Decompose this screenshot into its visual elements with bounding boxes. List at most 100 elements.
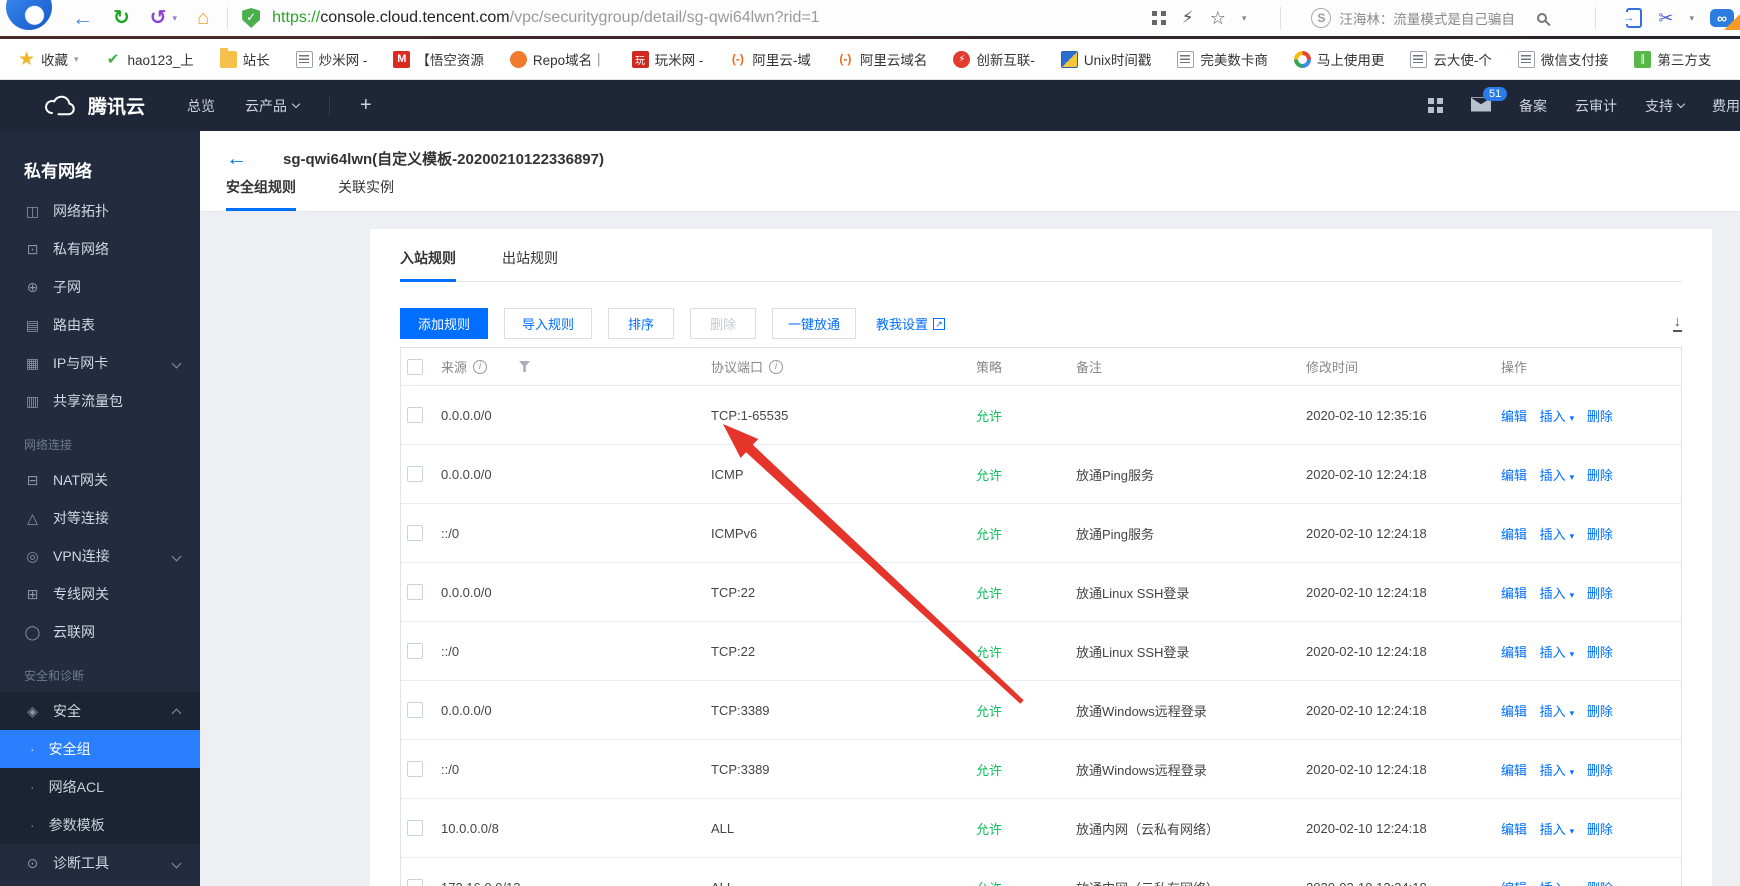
nav-billing[interactable]: 费用 (1712, 96, 1740, 116)
bookmark-item[interactable]: 马上使用更 (1293, 49, 1384, 69)
sidebar-item-peering[interactable]: △ 对等连接 (0, 499, 200, 537)
insert-link[interactable]: 插入 (1540, 527, 1566, 542)
delete-link[interactable]: 删除 (1587, 704, 1613, 719)
bookmark-item[interactable]: 云大使-个 (1410, 49, 1492, 69)
row-checkbox[interactable] (407, 525, 423, 541)
sidebar-item-ip-nic[interactable]: ▦ IP与网卡 (0, 344, 200, 382)
sidebar-item-route-table[interactable]: ▤ 路由表 (0, 306, 200, 344)
search-icon[interactable] (1537, 13, 1548, 23)
chevron-down-icon[interactable]: ▾ (1570, 590, 1575, 600)
sidebar-item-security[interactable]: ◈ 安全 (0, 692, 200, 730)
insert-link[interactable]: 插入 (1540, 586, 1566, 601)
favorite-icon[interactable]: ☆ (1210, 8, 1226, 29)
add-rule-button[interactable]: 添加规则 (400, 308, 488, 339)
tencent-cloud-logo[interactable]: 腾讯云 (44, 92, 145, 119)
tab-inbound-rules[interactable]: 入站规则 (400, 248, 456, 282)
insert-link[interactable]: 插入 (1540, 468, 1566, 483)
sort-button[interactable]: 排序 (608, 308, 674, 339)
back-button[interactable]: ← (226, 148, 247, 169)
delete-link[interactable]: 删除 (1587, 881, 1613, 886)
address-bar[interactable]: https://console.cloud.tencent.com/vpc/se… (272, 9, 819, 27)
row-checkbox[interactable] (407, 879, 423, 886)
nav-support[interactable]: 支持 (1645, 96, 1686, 116)
chevron-down-icon[interactable]: ▾ (1242, 13, 1247, 24)
row-checkbox[interactable] (407, 407, 423, 423)
delete-button[interactable]: 删除 (690, 308, 756, 339)
chevron-down-icon[interactable]: ▾ (1570, 649, 1575, 659)
refresh-icon[interactable]: ↻ (113, 8, 130, 28)
chevron-down-icon[interactable]: ▾ (1570, 767, 1575, 777)
bookmark-item[interactable]: 玩 玩米网 - (631, 49, 703, 69)
bookmark-item[interactable]: 站长 (219, 47, 270, 69)
bookmark-item[interactable]: 炒米网 - (295, 49, 367, 69)
tab-security-group-rules[interactable]: 安全组规则 (226, 177, 296, 211)
bookmark-item[interactable]: 微信支付接 (1517, 49, 1608, 69)
chevron-down-icon[interactable]: ▾ (1689, 13, 1694, 24)
sidebar-item-traffic-package[interactable]: ▥ 共享流量包 (0, 382, 200, 420)
nav-cloud-audit[interactable]: 云审计 (1575, 96, 1617, 116)
add-shortcut-button[interactable]: + (360, 94, 372, 117)
delete-link[interactable]: 删除 (1587, 763, 1613, 778)
insert-link[interactable]: 插入 (1540, 881, 1566, 886)
edit-link[interactable]: 编辑 (1501, 586, 1527, 601)
sidebar-item-vpn[interactable]: ◎ VPN连接 (0, 537, 200, 575)
edit-link[interactable]: 编辑 (1501, 527, 1527, 542)
sidebar-item-parameter-template[interactable]: · 参数模板 (0, 806, 200, 844)
bookmark-item[interactable]: (-) 阿里云域名 (836, 49, 927, 69)
delete-link[interactable]: 删除 (1587, 409, 1613, 424)
nav-products[interactable]: 云产品 (245, 96, 301, 116)
row-checkbox[interactable] (407, 702, 423, 718)
chevron-down-icon[interactable]: ▾ (1570, 826, 1575, 836)
info-icon[interactable]: i (473, 359, 488, 374)
messages-button[interactable]: 51 (1471, 86, 1508, 115)
edit-link[interactable]: 编辑 (1501, 704, 1527, 719)
info-icon[interactable]: i (769, 359, 784, 374)
bookmark-item[interactable]: Unix时间戳 (1060, 49, 1151, 69)
insert-link[interactable]: 插入 (1540, 645, 1566, 660)
filter-icon[interactable] (519, 361, 531, 372)
edit-link[interactable]: 编辑 (1501, 409, 1527, 424)
import-rule-button[interactable]: 导入规则 (504, 308, 592, 339)
row-checkbox[interactable] (407, 466, 423, 482)
bookmark-item[interactable]: Repo域名｜ (509, 49, 606, 69)
sidebar-item-network-topology[interactable]: ◫ 网络拓扑 (0, 192, 200, 230)
home-icon[interactable]: ⌂ (197, 8, 209, 28)
bookmark-item[interactable]: ⚡ 创新互联- (953, 49, 1035, 69)
edit-link[interactable]: 编辑 (1501, 763, 1527, 778)
delete-link[interactable]: 删除 (1587, 586, 1613, 601)
edit-link[interactable]: 编辑 (1501, 822, 1527, 837)
select-all-checkbox[interactable] (407, 358, 423, 375)
browser-search-box[interactable]: S 汪海林：流量模式是自己骗自 (1311, 8, 1561, 28)
back-icon[interactable]: ← (72, 8, 93, 29)
sidebar-item-network-acl[interactable]: · 网络ACL (0, 768, 200, 806)
speed-icon[interactable]: ⚡ (1182, 8, 1194, 28)
open-all-button[interactable]: 一键放通 (772, 308, 856, 339)
bookmark-item[interactable]: ✔ hao123_上 (105, 49, 194, 69)
sidebar-item-subnet[interactable]: ⊕ 子网 (0, 268, 200, 306)
sidebar-item-security-group[interactable]: · 安全组 (0, 730, 200, 768)
chevron-down-icon[interactable]: ▾ (1570, 472, 1575, 482)
ssl-shield-icon[interactable]: ✓ (242, 8, 261, 28)
edit-link[interactable]: 编辑 (1501, 468, 1527, 483)
delete-link[interactable]: 删除 (1587, 527, 1613, 542)
undo-icon[interactable]: ↺ (150, 8, 167, 28)
insert-link[interactable]: 插入 (1540, 704, 1566, 719)
delete-link[interactable]: 删除 (1587, 822, 1613, 837)
bookmark-item[interactable]: ∥ 第三方支 (1634, 49, 1711, 69)
bookmark-item[interactable]: (-) 阿里云-域 (729, 49, 811, 69)
screenshot-scissors-icon[interactable]: ✂ (1658, 8, 1673, 29)
sidebar-item-diagnostic-tools[interactable]: ⊙ 诊断工具 (0, 844, 200, 882)
download-icon[interactable]: ↓ (1672, 314, 1682, 332)
row-checkbox[interactable] (407, 584, 423, 600)
sidebar-item-direct-connect[interactable]: ⊞ 专线网关 (0, 575, 200, 613)
nav-beian[interactable]: 备案 (1519, 96, 1547, 116)
edit-link[interactable]: 编辑 (1501, 881, 1527, 886)
chevron-down-icon[interactable]: ▾ (1570, 708, 1575, 718)
browser-logo[interactable] (6, 0, 52, 30)
bookmark-item[interactable]: ★ 收藏 ▾ (18, 49, 79, 70)
bookmark-item[interactable]: M 【悟空资源 (393, 49, 484, 69)
sidebar-item-vpc[interactable]: ⊡ 私有网络 (0, 230, 200, 268)
insert-link[interactable]: 插入 (1540, 763, 1566, 778)
nav-overview[interactable]: 总览 (187, 96, 215, 116)
delete-link[interactable]: 删除 (1587, 645, 1613, 660)
